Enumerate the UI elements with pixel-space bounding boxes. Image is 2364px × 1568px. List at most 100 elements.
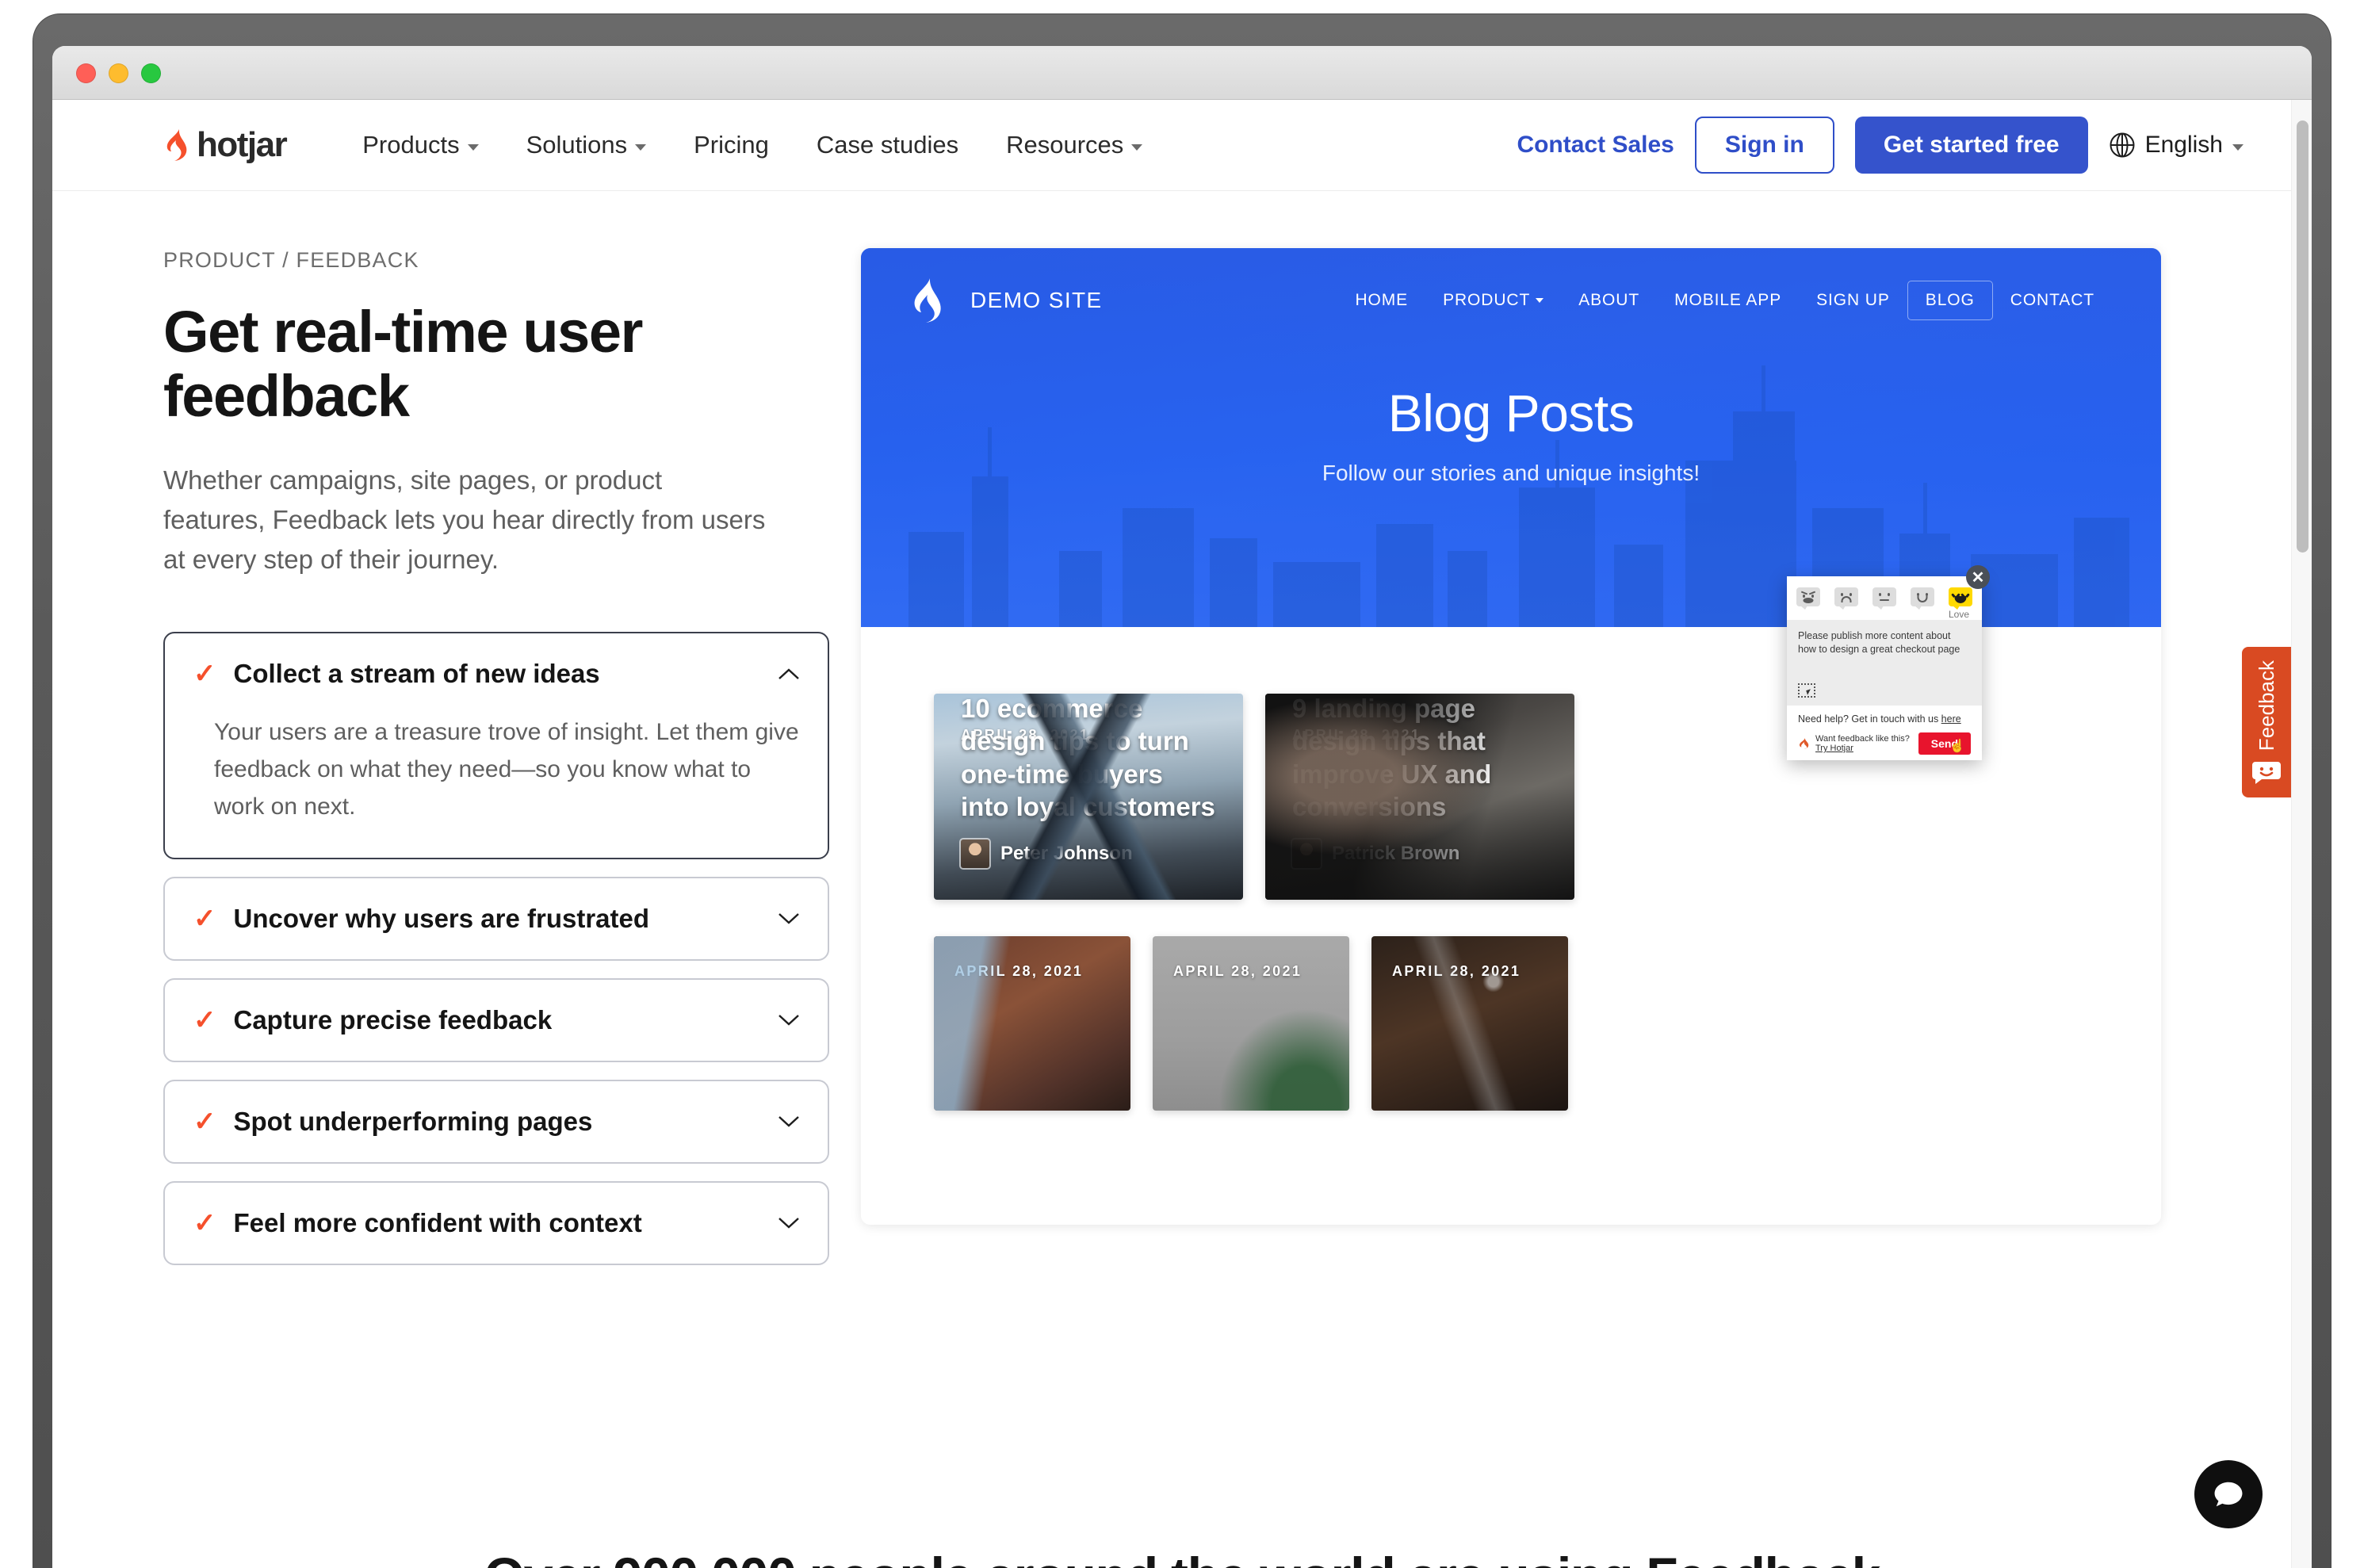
- select-area-icon[interactable]: [1798, 683, 1815, 698]
- blog-card-date: APRIL 28, 2021: [954, 963, 1084, 979]
- hotjar-flame-icon: [166, 129, 187, 161]
- nav-item-resources[interactable]: Resources: [982, 123, 1166, 167]
- nav-item-pricing[interactable]: Pricing: [670, 123, 793, 167]
- accordion-header[interactable]: ✓ Spot underperforming pages: [165, 1081, 828, 1162]
- chevron-down-icon: [778, 1218, 799, 1229]
- demo-menu-label: SIGN UP: [1816, 291, 1890, 309]
- site-header: hotjar Products Solutions Pricing Case s…: [52, 100, 2312, 191]
- demo-site-hero: DEMO SITE HOME PRODUCT ABOUT MOBILE APP …: [861, 248, 2161, 627]
- demo-menu-home[interactable]: HOME: [1337, 281, 1425, 319]
- nav-item-case-studies[interactable]: Case studies: [793, 123, 982, 167]
- send-feedback-button[interactable]: Send ☝: [1918, 732, 1971, 755]
- chevron-down-icon: [635, 144, 647, 151]
- browser-titlebar: [52, 46, 2312, 100]
- nav-item-label: Products: [362, 131, 460, 159]
- blog-card[interactable]: APRIL 28, 2021: [934, 936, 1130, 1111]
- demo-site-name: DEMO SITE: [970, 288, 1103, 312]
- close-window-button[interactable]: [76, 63, 96, 83]
- selected-rating-label: Love: [1948, 609, 1969, 620]
- demo-menu-label: PRODUCT: [1443, 291, 1531, 309]
- feedback-tab-button[interactable]: Feedback: [2242, 647, 2291, 797]
- hotjar-wordmark: hotjar: [197, 125, 288, 164]
- close-icon[interactable]: ✕: [1966, 565, 1990, 589]
- emoji-rating-love[interactable]: [1949, 587, 1972, 610]
- blog-card-date: APRIL 28, 2021: [1292, 727, 1421, 743]
- nav-item-label: Case studies: [816, 131, 959, 159]
- emoji-rating-angry[interactable]: [1796, 587, 1820, 610]
- demo-menu-sign-up[interactable]: SIGN UP: [1799, 281, 1907, 319]
- accordion-header[interactable]: ✓ Uncover why users are frustrated: [165, 878, 828, 959]
- blog-card[interactable]: APRIL 28, 2021 10 ecommerce design tips …: [934, 694, 1243, 900]
- accordion-title: Capture precise feedback: [233, 1004, 553, 1034]
- page-viewport: hotjar Products Solutions Pricing Case s…: [52, 100, 2312, 1568]
- promo-label: Want feedback like this?: [1815, 734, 1910, 744]
- avatar: [961, 839, 989, 868]
- emoji-rating-sad[interactable]: [1834, 587, 1858, 610]
- demo-hero-subtitle: Follow our stories and unique insights!: [1322, 461, 1700, 485]
- sign-in-button[interactable]: Sign in: [1694, 117, 1834, 174]
- demo-menu-label: BLOG: [1925, 291, 1975, 309]
- demo-menu-mobile-app[interactable]: MOBILE APP: [1657, 281, 1799, 319]
- blog-card-date: APRIL 28, 2021: [1392, 963, 1521, 979]
- zoom-window-button[interactable]: [141, 63, 161, 83]
- chevron-down-icon: [1131, 144, 1143, 151]
- accordion-header[interactable]: ✓ Feel more confident with context: [165, 1183, 828, 1264]
- page-scrollbar-track[interactable]: [2291, 100, 2312, 1568]
- chevron-down-icon: [1536, 298, 1544, 303]
- blog-card-date: APRIL 28, 2021: [961, 727, 1090, 743]
- contact-sales-link[interactable]: Contact Sales: [1517, 132, 1674, 159]
- accordion-item-capture-feedback[interactable]: ✓ Capture precise feedback: [163, 977, 829, 1062]
- neutral-face-icon: [1872, 587, 1896, 610]
- nav-item-label: Solutions: [526, 131, 628, 159]
- help-label: Need help? Get in touch with us: [1798, 713, 1941, 725]
- hotjar-logo[interactable]: hotjar: [163, 125, 288, 165]
- love-face-icon: [1949, 587, 1972, 610]
- blog-card[interactable]: APRIL 28, 2021: [1153, 936, 1349, 1111]
- happy-face-icon: [1911, 587, 1934, 610]
- page-title: Get real-time user feedback: [163, 299, 643, 430]
- feedback-comment-text: Please publish more content about how to…: [1798, 630, 1960, 655]
- chevron-down-icon: [467, 144, 479, 151]
- accordion-item-underperforming-pages[interactable]: ✓ Spot underperforming pages: [163, 1079, 829, 1164]
- feedback-widget-bottom-row: Want feedback like this? Try Hotjar Send…: [1798, 732, 1971, 755]
- nav-item-products[interactable]: Products: [339, 123, 502, 167]
- demo-menu-label: CONTACT: [2010, 291, 2094, 309]
- blog-card-title: 9 landing page design tips that improve …: [1292, 694, 1492, 822]
- blog-card[interactable]: APRIL 28, 2021: [1371, 936, 1568, 1111]
- demo-menu-about[interactable]: ABOUT: [1561, 281, 1657, 319]
- accordion-body: Your users are a treasure trove of insig…: [214, 719, 799, 820]
- device-frame: hotjar Products Solutions Pricing Case s…: [33, 14, 2331, 1568]
- feedback-comment-input[interactable]: Please publish more content about how to…: [1787, 620, 1982, 706]
- demo-menu-product[interactable]: PRODUCT: [1425, 281, 1561, 319]
- demo-menu-label: MOBILE APP: [1674, 291, 1782, 309]
- minimize-window-button[interactable]: [109, 63, 128, 83]
- demo-menu-contact[interactable]: CONTACT: [1993, 281, 2112, 319]
- try-hotjar-link[interactable]: Try Hotjar: [1815, 744, 1853, 753]
- check-icon: ✓: [193, 1106, 216, 1137]
- promo-text: Want feedback like this? Try Hotjar: [1815, 734, 1918, 753]
- accordion-item-collect-ideas[interactable]: ✓ Collect a stream of new ideas Your use…: [163, 632, 829, 859]
- chevron-down-icon: [2232, 144, 2244, 151]
- emoji-rating-happy[interactable]: [1911, 587, 1934, 610]
- accordion-title: Collect a stream of new ideas: [233, 659, 600, 689]
- globe-icon: [2110, 132, 2135, 158]
- get-started-free-button[interactable]: Get started free: [1854, 117, 2088, 174]
- blog-card[interactable]: APRIL 28, 2021 9 landing page design tip…: [1265, 694, 1574, 900]
- page-scrollbar-thumb[interactable]: [2297, 120, 2309, 553]
- demo-menu-label: HOME: [1355, 291, 1409, 309]
- accordion-header[interactable]: ✓ Capture precise feedback: [165, 980, 828, 1061]
- blog-card-author: Patrick Brown: [1332, 843, 1460, 864]
- accordion-item-confident-context[interactable]: ✓ Feel more confident with context: [163, 1180, 829, 1265]
- nav-item-solutions[interactable]: Solutions: [503, 123, 671, 167]
- chat-widget-button[interactable]: [2194, 1460, 2263, 1528]
- accordion-header[interactable]: ✓ Collect a stream of new ideas: [165, 633, 828, 714]
- language-selector[interactable]: English: [2109, 132, 2244, 159]
- emoji-rating-neutral[interactable]: [1872, 587, 1896, 610]
- chat-bubble-icon: [2214, 1482, 2243, 1507]
- emoji-rating-row: [1787, 576, 1982, 610]
- help-link[interactable]: here: [1941, 713, 1961, 725]
- demo-menu-blog[interactable]: BLOG: [1907, 281, 1993, 320]
- feedback-widget-footer: Need help? Get in touch with us here Wan…: [1787, 706, 1982, 755]
- accordion-item-uncover-frustration[interactable]: ✓ Uncover why users are frustrated: [163, 876, 829, 961]
- demo-site-screenshot: DEMO SITE HOME PRODUCT ABOUT MOBILE APP …: [861, 248, 2161, 1225]
